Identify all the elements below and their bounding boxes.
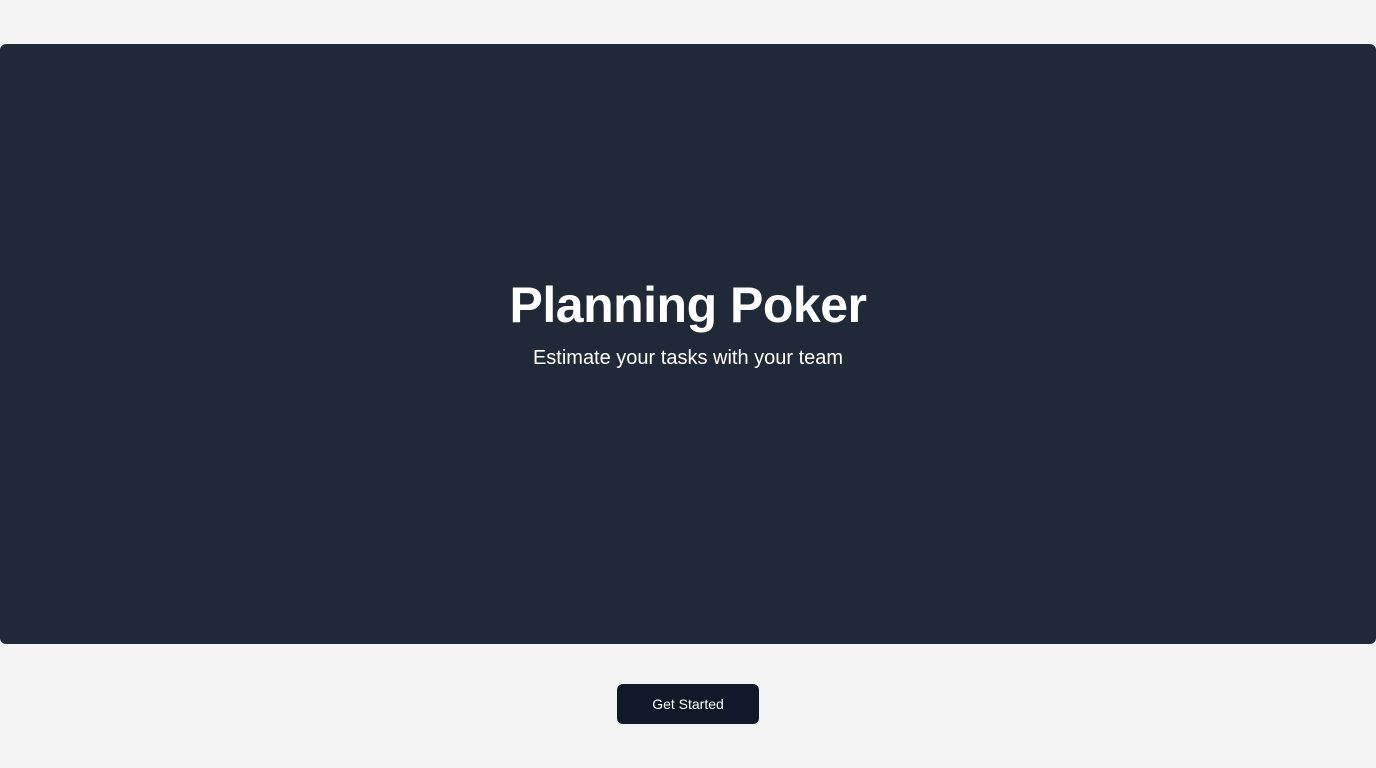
cta-container: Get Started <box>0 684 1376 724</box>
landing-page: Planning Poker Estimate your tasks with … <box>0 0 1376 768</box>
hero-banner: Planning Poker Estimate your tasks with … <box>0 44 1376 644</box>
page-subtitle: Estimate your tasks with your team <box>532 347 844 369</box>
page-title: Planning Poker <box>509 277 867 333</box>
get-started-button[interactable]: Get Started <box>617 684 759 724</box>
